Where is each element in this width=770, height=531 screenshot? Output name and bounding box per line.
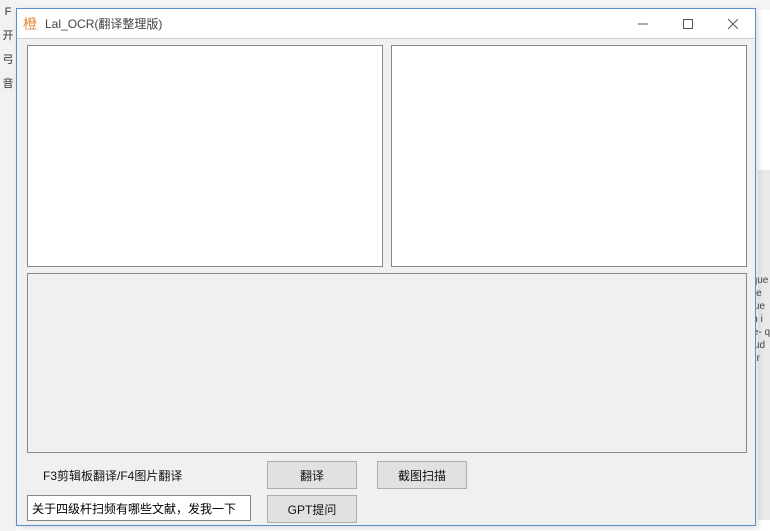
- app-window: 橙 Lal_OCR(翻译整理版) F3剪辑板翻译/F4图片翻译 翻译 截图扫描: [16, 8, 756, 526]
- close-button[interactable]: [710, 9, 755, 38]
- window-controls: [620, 9, 755, 38]
- gpt-ask-button[interactable]: GPT提问: [267, 495, 357, 523]
- shortcut-hint-label: F3剪辑板翻译/F4图片翻译: [43, 467, 182, 484]
- screenshot-scan-button[interactable]: 截图扫描: [377, 461, 467, 489]
- minimize-icon: [638, 19, 648, 29]
- close-icon: [728, 19, 738, 29]
- gpt-ask-button-label: GPT提问: [288, 501, 337, 518]
- maximize-button[interactable]: [665, 9, 710, 38]
- app-icon: 橙: [23, 16, 39, 32]
- translate-button-label: 翻译: [300, 467, 324, 484]
- source-textarea[interactable]: [27, 45, 383, 267]
- bg-left-char: 开: [0, 24, 16, 48]
- background-left-strip: F 开 弓 音: [0, 0, 16, 531]
- gpt-prompt-input[interactable]: [27, 495, 251, 521]
- lower-panel: [27, 273, 747, 453]
- titlebar[interactable]: 橙 Lal_OCR(翻译整理版): [17, 9, 755, 39]
- bg-left-char: 弓: [0, 48, 16, 72]
- translate-button[interactable]: 翻译: [267, 461, 357, 489]
- bg-left-char: F: [0, 0, 16, 24]
- maximize-icon: [683, 19, 693, 29]
- screenshot-scan-button-label: 截图扫描: [398, 467, 446, 484]
- minimize-button[interactable]: [620, 9, 665, 38]
- window-title: Lal_OCR(翻译整理版): [45, 15, 620, 32]
- client-area: F3剪辑板翻译/F4图片翻译 翻译 截图扫描 GPT提问: [17, 39, 755, 525]
- result-textarea[interactable]: [391, 45, 747, 267]
- bg-left-char: 音: [0, 72, 16, 96]
